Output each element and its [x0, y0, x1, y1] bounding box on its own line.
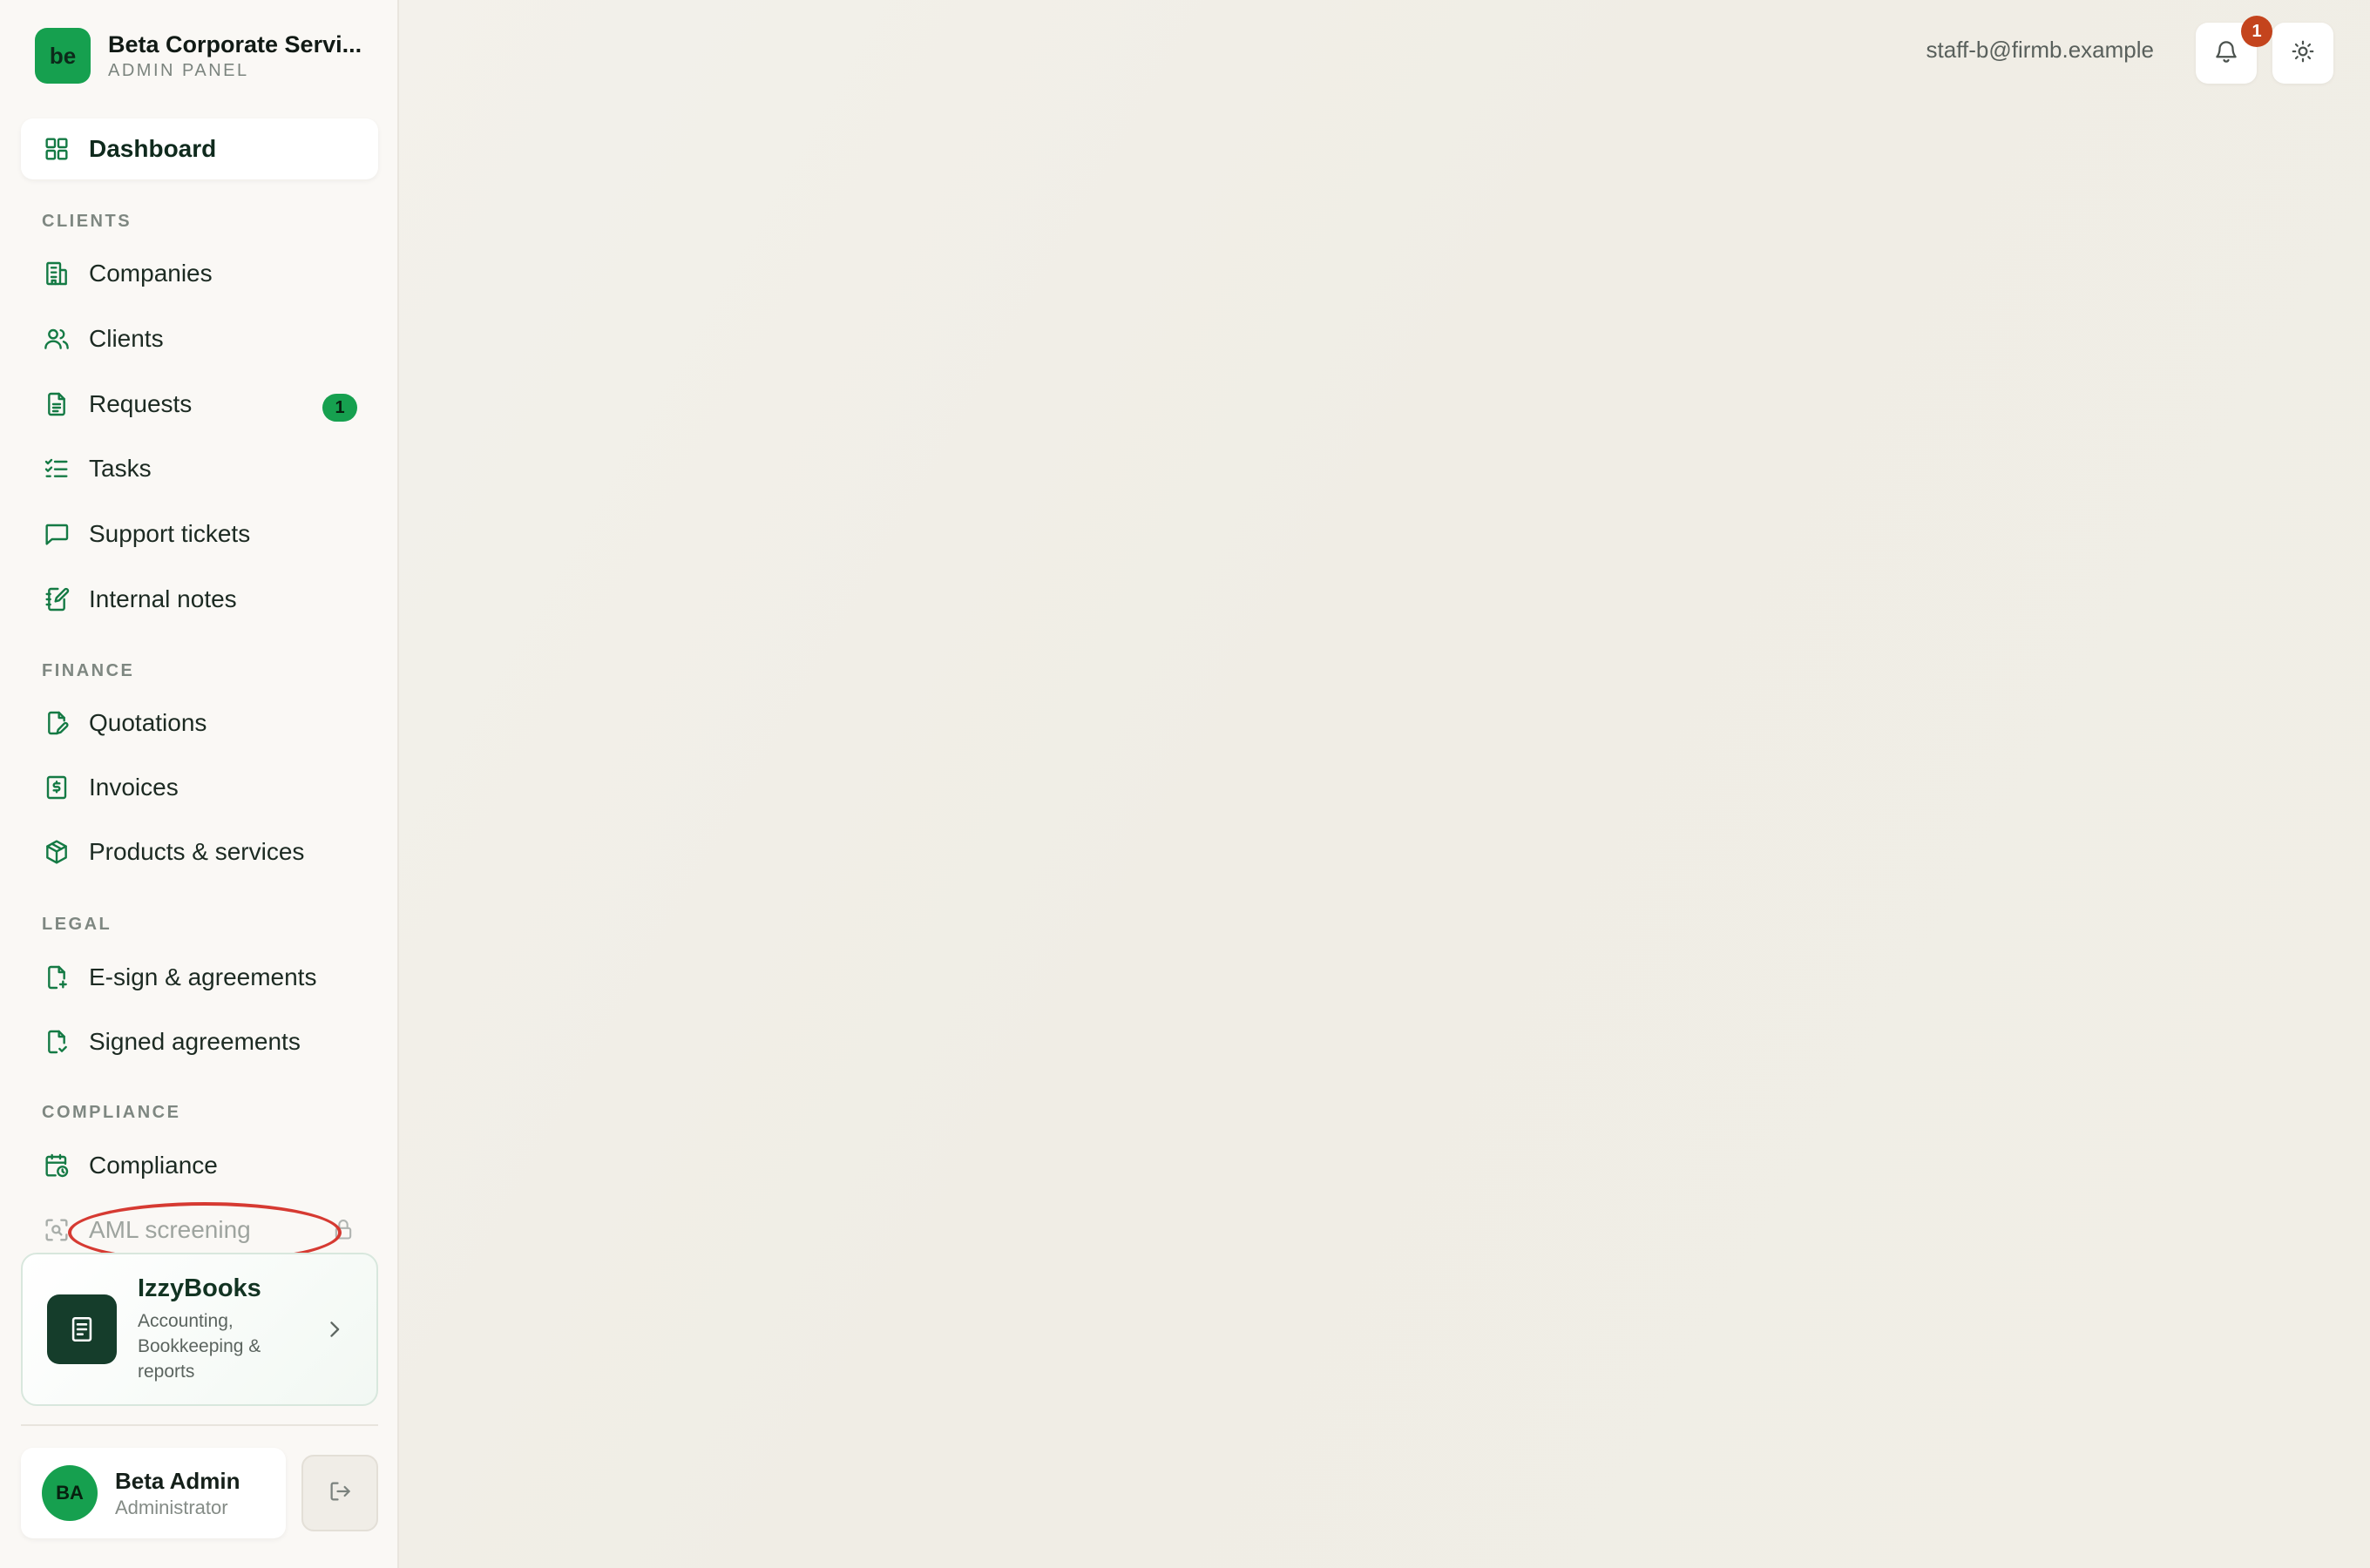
- section-label-compliance: COMPLIANCE: [42, 1103, 181, 1122]
- file-check-icon: [42, 1027, 71, 1057]
- book-icon: [47, 1294, 117, 1364]
- sidebar-item-label: Dashboard: [89, 135, 217, 162]
- sun-icon: [2290, 38, 2316, 69]
- sidebar-item-esign-agreements[interactable]: E-sign & agreements: [21, 947, 378, 1008]
- sidebar-item-signed-agreements[interactable]: Signed agreements: [21, 1011, 378, 1072]
- log-out-icon: [327, 1478, 353, 1509]
- sidebar-item-label: Quotations: [89, 709, 207, 736]
- sidebar: be Beta Corporate Servi... ADMIN PANEL D…: [0, 0, 399, 1568]
- sidebar-item-label: Requests: [89, 390, 193, 417]
- user-role: Administrator: [115, 1496, 228, 1518]
- sidebar-item-compliance[interactable]: Compliance: [21, 1135, 378, 1196]
- package-icon: [42, 837, 71, 867]
- notification-count-badge: 1: [2241, 16, 2272, 47]
- dashboard-grid-icon: [42, 134, 71, 164]
- sidebar-item-label: Clients: [89, 325, 164, 352]
- brand[interactable]: be Beta Corporate Servi... ADMIN PANEL: [35, 28, 362, 84]
- promo-text: IzzyBooks Accounting, Bookkeeping & repo…: [138, 1274, 312, 1384]
- sidebar-item-companies[interactable]: Companies: [21, 243, 378, 304]
- sidebar-item-quotations[interactable]: Quotations: [21, 693, 378, 754]
- file-plus-icon: [42, 963, 71, 992]
- file-text-icon: [42, 389, 71, 419]
- user-name: Beta Admin: [115, 1467, 240, 1494]
- chevron-right-icon: [322, 1317, 347, 1346]
- brand-logo: be: [35, 28, 91, 84]
- building-icon: [42, 259, 71, 288]
- avatar: BA: [42, 1465, 98, 1521]
- sidebar-item-support-tickets[interactable]: Support tickets: [21, 504, 378, 564]
- theme-toggle-button[interactable]: [2272, 23, 2333, 84]
- brand-subtitle: ADMIN PANEL: [108, 60, 249, 80]
- sidebar-item-label: Compliance: [89, 1152, 218, 1179]
- sidebar-item-internal-notes[interactable]: Internal notes: [21, 569, 378, 630]
- users-icon: [42, 324, 71, 354]
- file-pen-icon: [42, 708, 71, 738]
- sidebar-divider: [21, 1424, 378, 1426]
- sidebar-item-tasks[interactable]: Tasks: [21, 438, 378, 499]
- receipt-dollar-icon: [42, 773, 71, 802]
- sidebar-item-label: Invoices: [89, 774, 179, 801]
- sidebar-item-label: Companies: [89, 260, 213, 287]
- lock-icon: [331, 1217, 357, 1243]
- sidebar-item-label: AML screening: [89, 1216, 251, 1243]
- promo-title: IzzyBooks: [138, 1274, 261, 1302]
- calendar-clock-icon: [42, 1151, 71, 1180]
- sidebar-item-label: Tasks: [89, 455, 152, 482]
- sidebar-item-dashboard[interactable]: Dashboard: [21, 118, 378, 179]
- section-label-clients: CLIENTS: [42, 212, 132, 231]
- logout-button[interactable]: [301, 1455, 378, 1531]
- sidebar-item-label: Internal notes: [89, 585, 237, 612]
- message-square-icon: [42, 519, 71, 549]
- scan-search-icon: [42, 1215, 71, 1245]
- sidebar-item-products-services[interactable]: Products & services: [21, 821, 378, 882]
- user-email: staff-b@firmb.example: [1926, 37, 2154, 63]
- user-text: Beta Admin Administrator: [115, 1468, 240, 1519]
- brand-text: Beta Corporate Servi... ADMIN PANEL: [108, 31, 362, 81]
- izzybooks-promo-card[interactable]: IzzyBooks Accounting, Bookkeeping & repo…: [21, 1253, 378, 1406]
- section-label-legal: LEGAL: [42, 915, 112, 934]
- sidebar-item-label: Products & services: [89, 838, 305, 865]
- checklist-icon: [42, 454, 71, 483]
- section-label-finance: FINANCE: [42, 661, 135, 680]
- notebook-pen-icon: [42, 585, 71, 614]
- sidebar-item-aml-screening[interactable]: AML screening: [21, 1200, 378, 1260]
- sidebar-item-requests[interactable]: Requests 1: [21, 374, 378, 435]
- brand-name: Beta Corporate Servi...: [108, 30, 362, 57]
- sidebar-item-clients[interactable]: Clients: [21, 308, 378, 369]
- bell-icon: [2213, 38, 2239, 69]
- sidebar-item-label: E-sign & agreements: [89, 963, 317, 990]
- main-content: staff-b@firmb.example 1: [399, 0, 2370, 1568]
- sidebar-item-label: Signed agreements: [89, 1028, 301, 1055]
- requests-count-badge: 1: [322, 394, 357, 422]
- sidebar-item-invoices[interactable]: Invoices: [21, 757, 378, 818]
- user-profile-card[interactable]: BA Beta Admin Administrator: [21, 1448, 286, 1538]
- promo-description: Accounting, Bookkeeping & reports: [138, 1311, 261, 1382]
- app-window: be Beta Corporate Servi... ADMIN PANEL D…: [0, 0, 2370, 1568]
- sidebar-item-label: Support tickets: [89, 520, 251, 547]
